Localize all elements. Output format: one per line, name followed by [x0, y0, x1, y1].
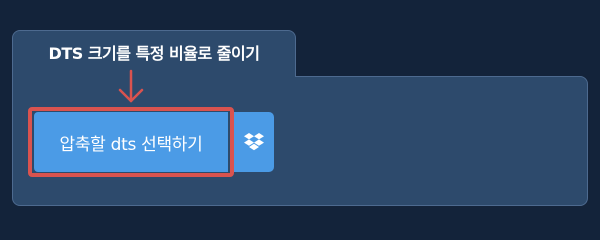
dropbox-icon — [244, 133, 264, 151]
dropbox-button[interactable] — [234, 112, 274, 172]
select-dts-file-button[interactable]: 압축할 dts 선택하기 — [34, 112, 228, 172]
select-dts-file-label: 압축할 dts 선택하기 — [59, 134, 203, 155]
panel-title: DTS 크기를 특정 비율로 줄이기 — [48, 44, 260, 63]
down-arrow-icon — [118, 69, 144, 103]
